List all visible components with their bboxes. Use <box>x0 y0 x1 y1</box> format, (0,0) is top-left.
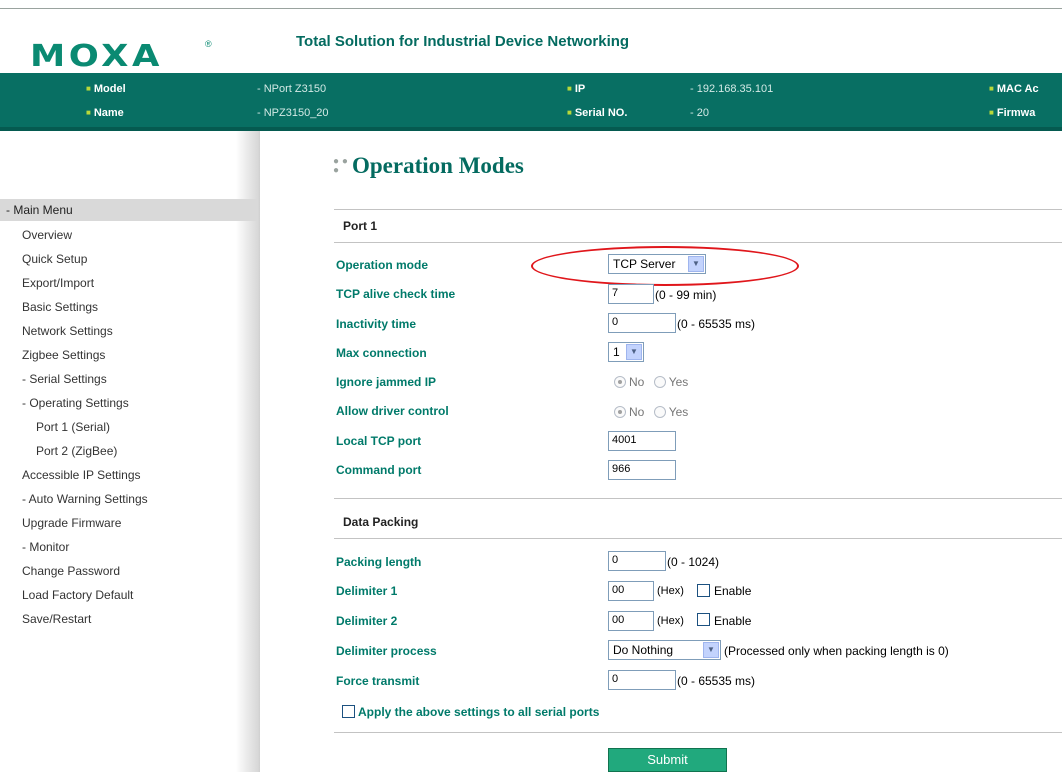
submit-button[interactable]: Submit <box>608 748 727 772</box>
inactivity-label: Inactivity time <box>336 317 417 331</box>
force-transmit-input[interactable]: 0 <box>608 670 676 690</box>
page-title: Operation Modes <box>334 153 524 179</box>
allow-driver-label: Allow driver control <box>336 404 449 418</box>
section-title-port: Port 1 <box>343 219 378 233</box>
delimiter2-enable-checkbox[interactable] <box>697 613 710 626</box>
moxa-logo: MOXA <box>30 39 163 74</box>
packing-length-input[interactable]: 0 <box>608 551 666 571</box>
ignore-jammed-label: Ignore jammed IP <box>336 375 437 389</box>
main-menu-header[interactable]: - Main Menu <box>0 199 258 221</box>
delimiter2-enable-label: Enable <box>714 614 752 628</box>
firmware-label: Firmwa <box>989 107 1036 119</box>
serial-value: - 20 <box>690 107 709 119</box>
section-title-data-packing: Data Packing <box>343 515 419 529</box>
allow-driver-yes-label: Yes <box>668 405 689 419</box>
ignore-jammed-yes-radio[interactable] <box>653 376 666 388</box>
ip-value: - 192.168.35.101 <box>690 83 774 95</box>
delimiter2-label: Delimiter 2 <box>336 614 398 628</box>
sidebar-item-quick-setup[interactable]: Quick Setup <box>22 252 87 266</box>
delimiter2-input[interactable]: 00 <box>608 611 654 631</box>
sidebar-item-serial-settings[interactable]: - Serial Settings <box>22 372 107 386</box>
tcp-alive-label: TCP alive check time <box>336 287 456 301</box>
tcp-alive-unit: (0 - 99 min) <box>655 288 717 302</box>
page-title-text: Operation Modes <box>352 153 524 178</box>
allow-driver-radio-group: No Yes <box>614 405 694 419</box>
max-connection-label: Max connection <box>336 346 427 360</box>
sidebar-item-monitor[interactable]: - Monitor <box>22 540 69 554</box>
name-label: Name <box>86 107 124 119</box>
delimiter2-hex-label: (Hex) <box>657 615 684 627</box>
delimiter1-hex-label: (Hex) <box>657 585 684 597</box>
apply-all-label: Apply the above settings to all serial p… <box>358 705 600 719</box>
ignore-jammed-yes-label: Yes <box>668 375 689 389</box>
delimiter-process-note: (Processed only when packing length is 0… <box>724 644 949 658</box>
delimiter-process-select[interactable]: Do Nothing ▼ <box>608 640 721 660</box>
app-root: MOXA ® Total Solution for Industrial Dev… <box>0 0 1062 772</box>
command-port-label: Command port <box>336 463 422 477</box>
inactivity-unit: (0 - 65535 ms) <box>677 317 756 331</box>
logo-area: MOXA ® <box>0 9 260 74</box>
inactivity-input[interactable]: 0 <box>608 313 676 333</box>
sidebar-item-save-restart[interactable]: Save/Restart <box>22 612 91 626</box>
sidebar-item-accessible-ip[interactable]: Accessible IP Settings <box>22 468 141 482</box>
section-divider <box>334 732 1062 733</box>
chevron-down-icon: ▼ <box>688 256 704 272</box>
section-divider <box>334 498 1062 499</box>
model-label: Model <box>86 83 126 95</box>
sidebar: - Main Menu Overview Quick Setup Export/… <box>0 131 260 772</box>
sidebar-item-port2-zigbee[interactable]: Port 2 (ZigBee) <box>36 444 117 458</box>
section-divider <box>334 242 1062 243</box>
operation-mode-select[interactable]: TCP Server ▼ <box>608 254 706 274</box>
packing-length-label: Packing length <box>336 555 422 569</box>
tagline: Total Solution for Industrial Device Net… <box>296 33 630 50</box>
delimiter1-input[interactable]: 00 <box>608 581 654 601</box>
sidebar-item-load-factory[interactable]: Load Factory Default <box>22 588 133 602</box>
delimiter-process-value: Do Nothing <box>613 643 674 657</box>
ignore-jammed-radio-group: No Yes <box>614 375 694 389</box>
ignore-jammed-no-label: No <box>629 375 645 389</box>
sidebar-item-network-settings[interactable]: Network Settings <box>22 324 113 338</box>
sidebar-item-operating-settings[interactable]: - Operating Settings <box>22 396 129 410</box>
delimiter1-enable-checkbox[interactable] <box>697 584 710 597</box>
delimiter1-label: Delimiter 1 <box>336 584 398 598</box>
local-tcp-label: Local TCP port <box>336 434 422 448</box>
chevron-down-icon: ▼ <box>703 642 719 658</box>
allow-driver-no-radio[interactable] <box>614 406 626 418</box>
local-tcp-input[interactable]: 4001 <box>608 431 676 451</box>
delimiter-process-label: Delimiter process <box>336 644 437 658</box>
ip-label: IP <box>567 83 585 95</box>
tcp-alive-input[interactable]: 7 <box>608 284 654 304</box>
mac-label: MAC Ac <box>989 83 1039 95</box>
section-divider <box>334 538 1062 539</box>
force-transmit-label: Force transmit <box>336 674 420 688</box>
sidebar-item-basic-settings[interactable]: Basic Settings <box>22 300 98 314</box>
sidebar-item-zigbee-settings[interactable]: Zigbee Settings <box>22 348 105 362</box>
force-transmit-unit: (0 - 65535 ms) <box>677 674 756 688</box>
sidebar-item-change-password[interactable]: Change Password <box>22 564 120 578</box>
apply-all-checkbox[interactable] <box>342 705 355 718</box>
sidebar-item-export-import[interactable]: Export/Import <box>22 276 94 290</box>
sidebar-item-port1-serial[interactable]: Port 1 (Serial) <box>36 420 110 434</box>
sidebar-item-auto-warning[interactable]: - Auto Warning Settings <box>22 492 148 506</box>
delimiter1-enable-label: Enable <box>714 584 752 598</box>
registered-mark: ® <box>205 39 212 49</box>
name-value: - NPZ3150_20 <box>257 107 329 119</box>
section-divider <box>334 209 1062 210</box>
sidebar-item-upgrade-firmware[interactable]: Upgrade Firmware <box>22 516 121 530</box>
device-info-bar: Model - NPort Z3150 IP - 192.168.35.101 … <box>0 73 1062 131</box>
sidebar-item-overview[interactable]: Overview <box>22 228 72 242</box>
operation-mode-value: TCP Server <box>613 257 676 271</box>
serial-label: Serial NO. <box>567 107 628 119</box>
operation-mode-label: Operation mode <box>336 258 429 272</box>
model-value: - NPort Z3150 <box>257 83 327 95</box>
allow-driver-yes-radio[interactable] <box>653 406 666 418</box>
max-connection-value: 1 <box>613 345 620 359</box>
ignore-jammed-no-radio[interactable] <box>614 376 626 388</box>
allow-driver-no-label: No <box>629 405 645 419</box>
packing-length-unit: (0 - 1024) <box>667 555 720 569</box>
max-connection-select[interactable]: 1 ▼ <box>608 342 644 362</box>
command-port-input[interactable]: 966 <box>608 460 676 480</box>
chevron-down-icon: ▼ <box>626 344 642 360</box>
